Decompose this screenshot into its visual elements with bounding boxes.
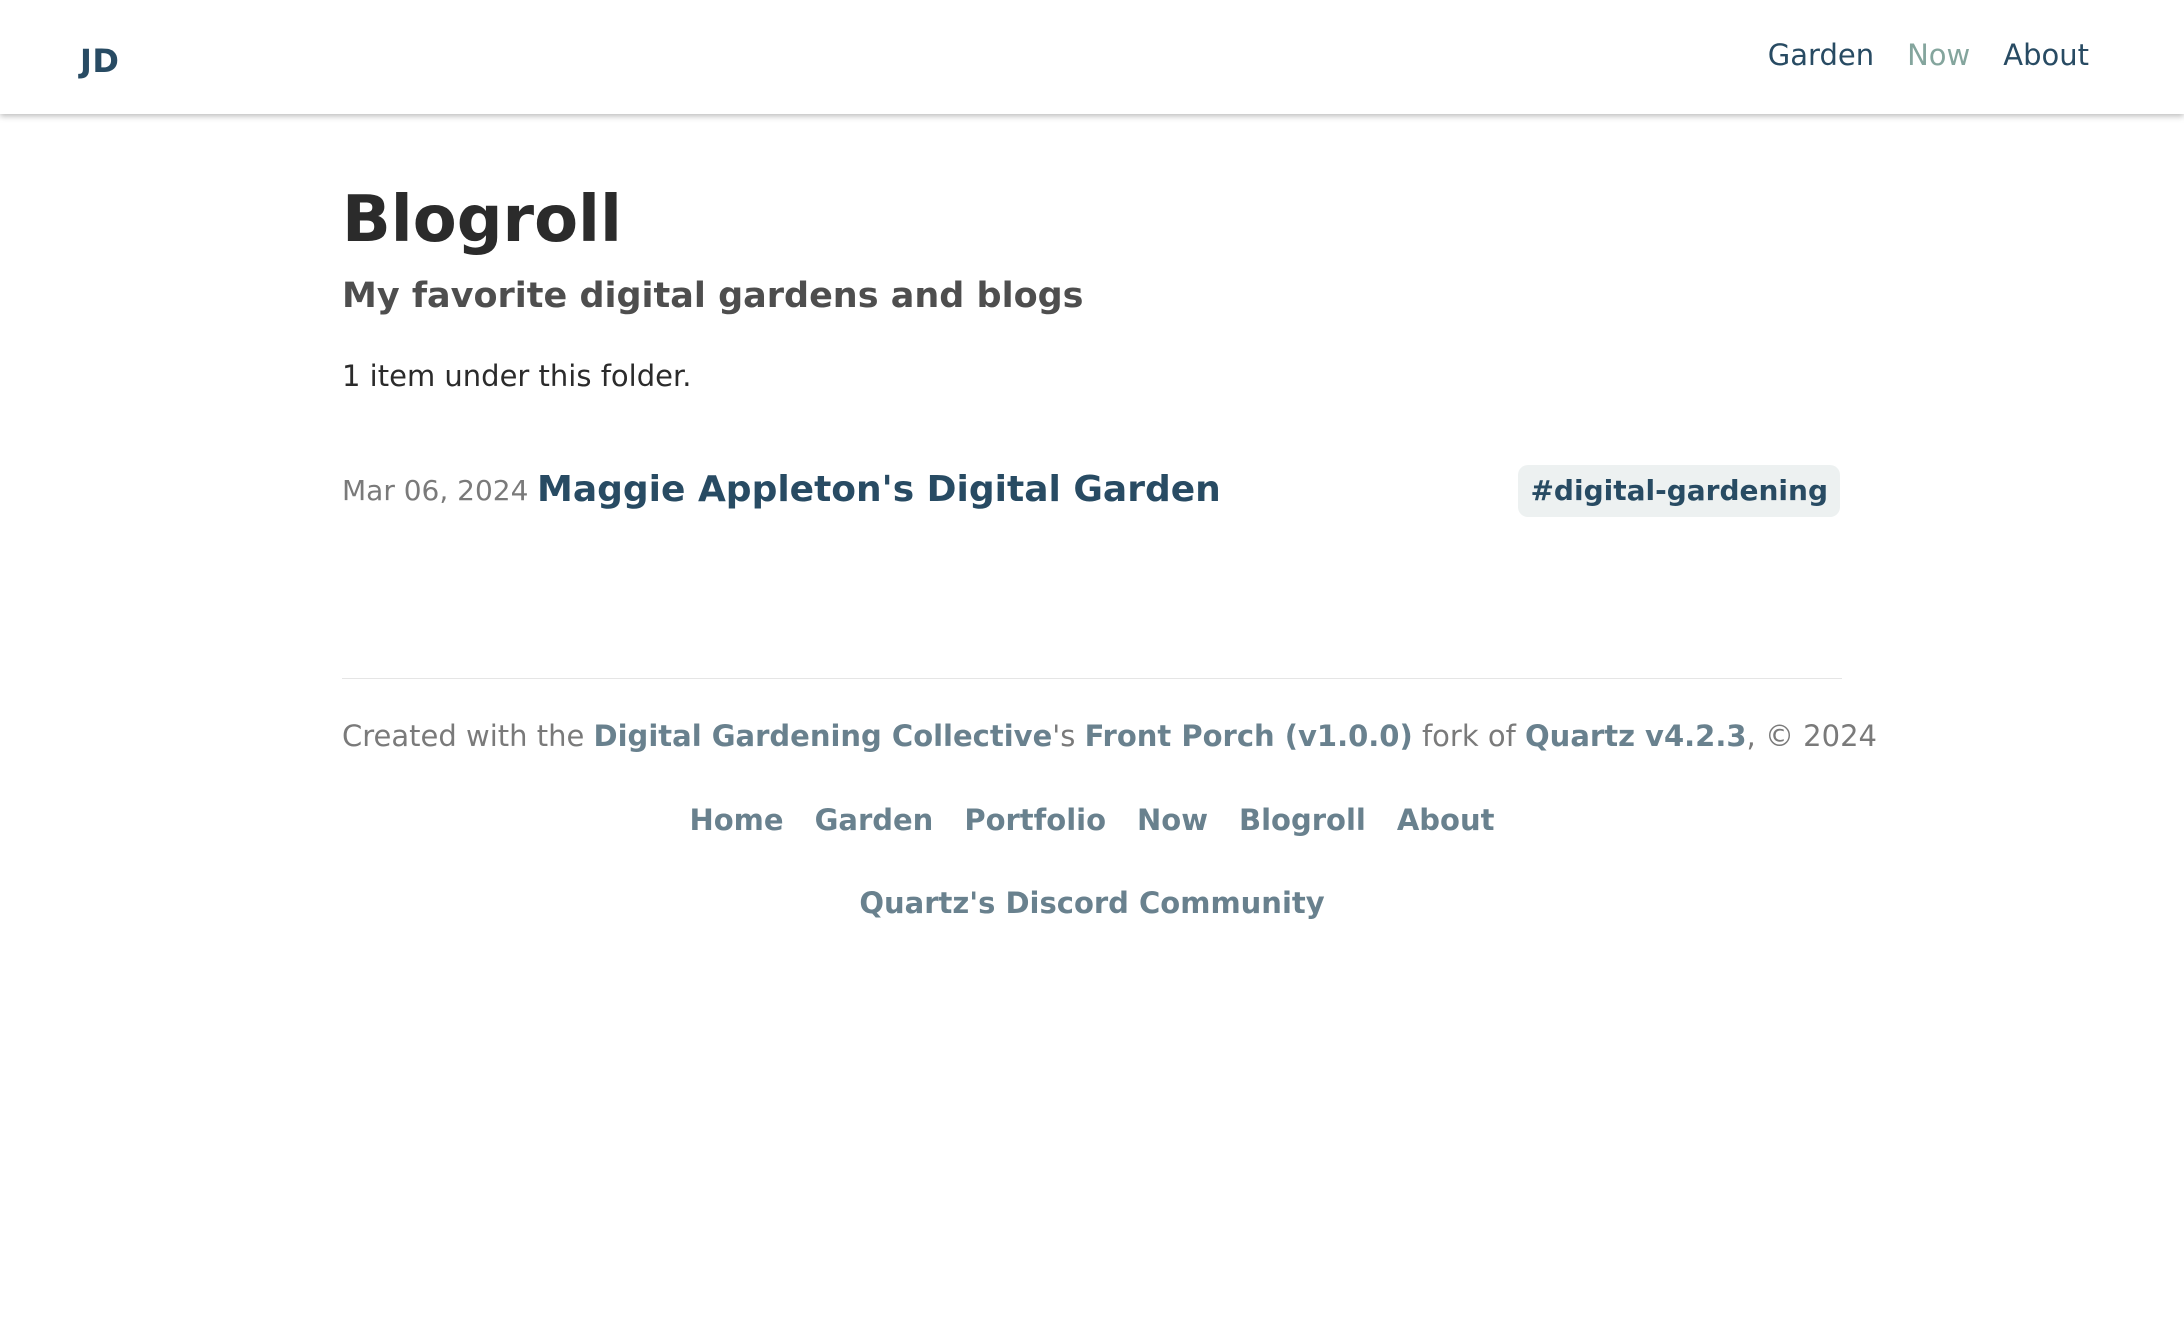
footer-link-home[interactable]: Home [689,800,783,840]
nav-now[interactable]: Now [1907,38,1970,72]
folder-item-count: 1 item under this folder. [342,359,692,393]
tag-link[interactable]: #digital-gardening [1518,465,1840,517]
credit-possessive: 's [1052,719,1085,753]
entry-date: Mar 06, 2024 [342,474,529,507]
site-logo[interactable]: JD [80,42,119,80]
discord-link[interactable]: Quartz's Discord Community [859,886,1324,920]
footer-nav: Home Garden Portfolio Now Blogroll About [342,800,1842,840]
site-header: JD Garden Now About [0,0,2184,114]
main-content: Blogroll My favorite digital gardens and… [342,180,1842,393]
credit-fork-of: fork of [1412,719,1526,753]
credit-prefix: Created with the [342,719,594,753]
footer-discord: Quartz's Discord Community [342,883,1842,923]
page-title: Blogroll [342,183,622,257]
footer-link-blogroll[interactable]: Blogroll [1239,800,1366,840]
footer-link-about[interactable]: About [1397,800,1495,840]
footer-link-portfolio[interactable]: Portfolio [964,800,1106,840]
page-subtitle: My favorite digital gardens and blogs [342,276,1084,316]
footer-link-garden[interactable]: Garden [815,800,934,840]
credit-suffix: , © 2024 [1746,719,1877,753]
footer-credit: Created with the Digital Gardening Colle… [342,716,1877,756]
footer-divider [342,678,1842,679]
entry-title-link[interactable]: Maggie Appleton's Digital Garden [537,469,1221,510]
quartz-link[interactable]: Quartz v4.2.3 [1525,719,1746,753]
nav-about[interactable]: About [2003,38,2089,72]
nav-garden[interactable]: Garden [1768,38,1874,72]
footer-link-now[interactable]: Now [1137,800,1208,840]
list-item: Mar 06, 2024 Maggie Appleton's Digital G… [342,465,1840,519]
front-porch-link[interactable]: Front Porch (v1.0.0) [1085,719,1413,753]
collective-link[interactable]: Digital Gardening Collective [594,719,1053,753]
top-nav: Garden Now About [1768,38,2089,72]
